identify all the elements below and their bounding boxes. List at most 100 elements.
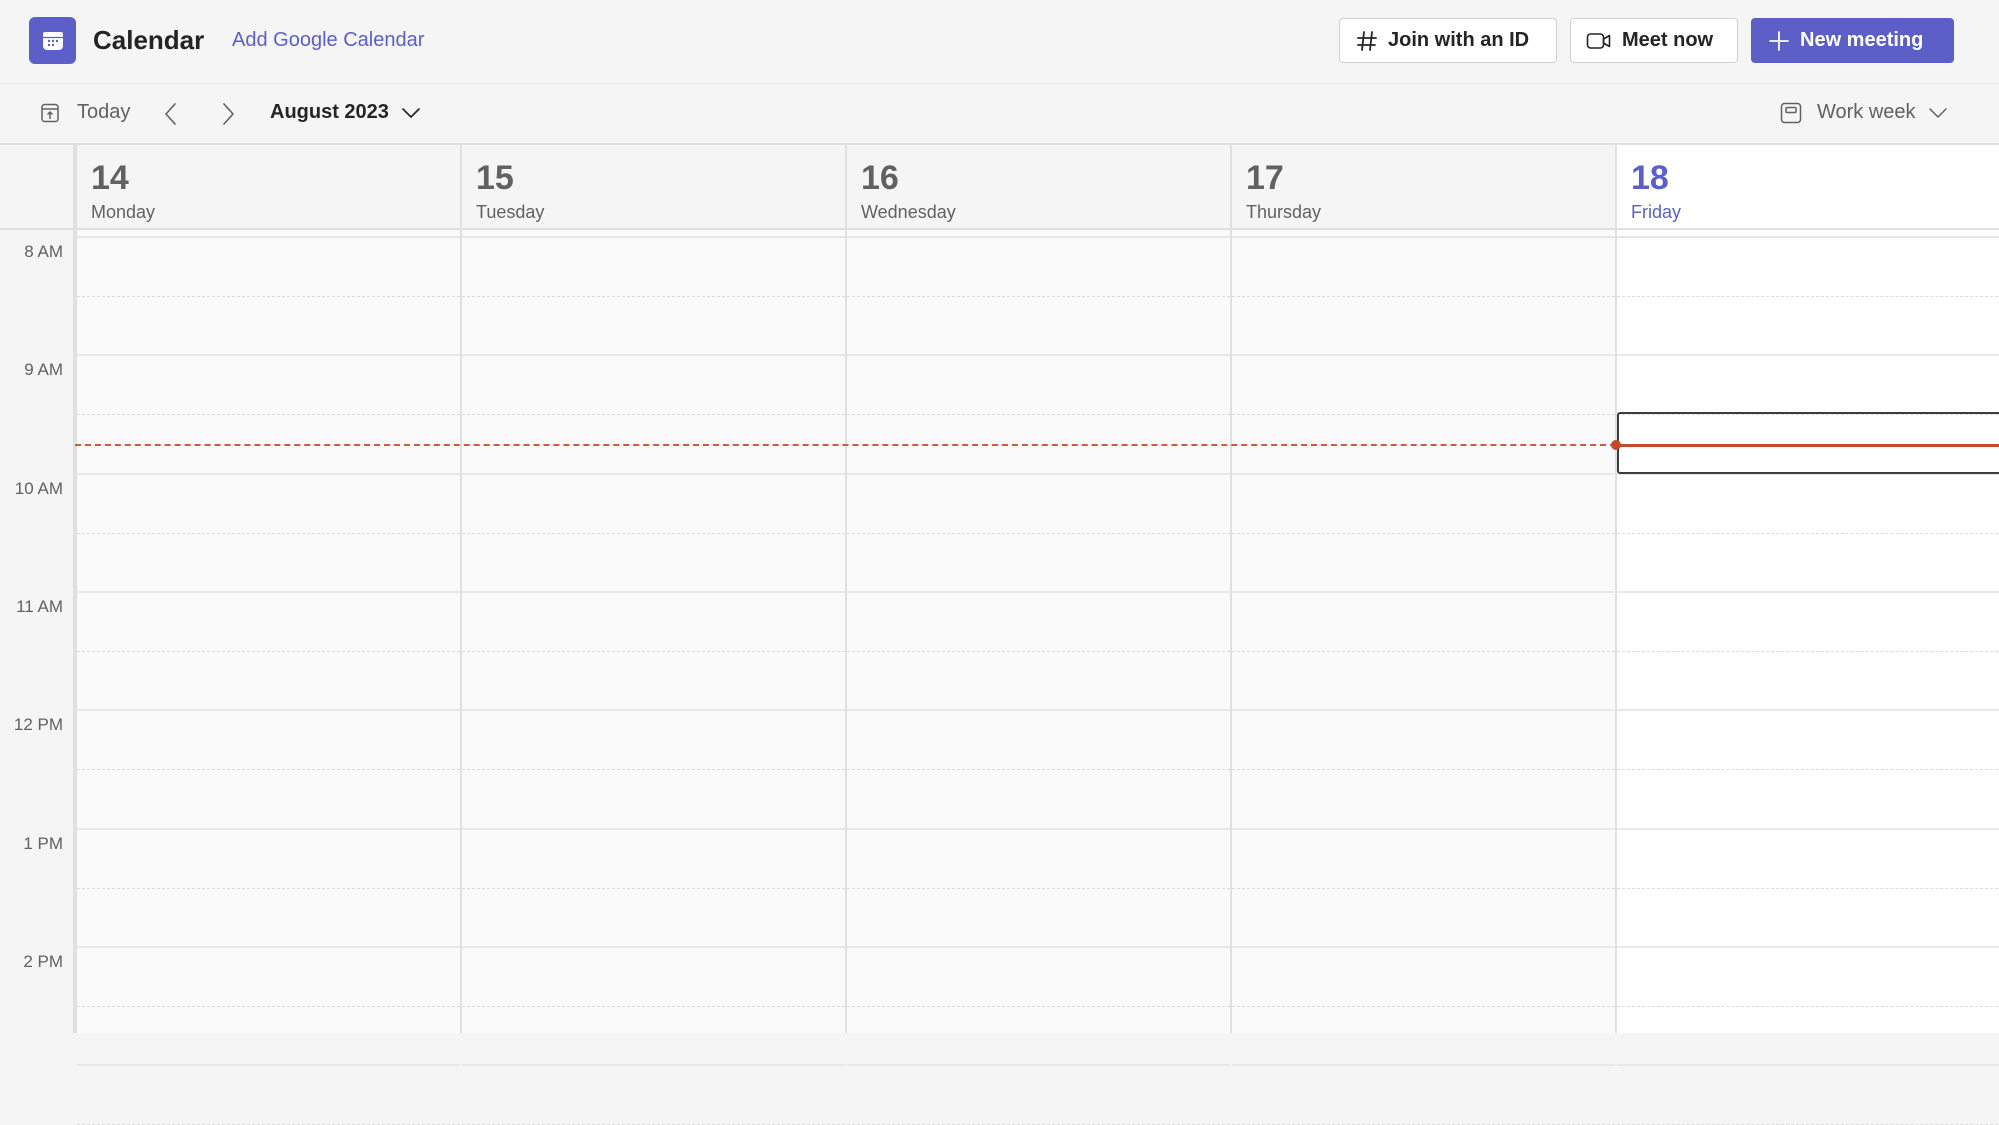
chevron-down-icon [401,107,421,119]
week-grid: 8 AM 9 AM 10 AM 11 AM 12 PM 1 PM 2 PM 14 Monday… [0,145,1999,1125]
view-label: Work week [1817,101,1916,123]
day-time-slots[interactable] [847,236,1230,1125]
video-camera-icon [1586,31,1612,51]
day-column-monday[interactable]: 14 Monday [75,145,460,1125]
hour-gridline [847,709,1230,712]
hour-gridline [1232,590,1615,593]
day-time-slots[interactable] [77,236,460,1125]
hour-gridline [1617,827,1999,830]
new-meeting-label: New meeting [1800,29,1924,51]
calendar-toolbar: Today August 2023 Work week [0,84,1999,145]
calendar-today-icon [41,103,59,123]
hour-gridline [462,709,845,712]
half-hour-gridline [462,887,845,889]
day-time-slots[interactable] [1617,236,1999,1125]
day-header[interactable]: 18 Friday [1617,145,1999,230]
half-hour-gridline [1617,769,1999,771]
day-time-slots[interactable] [1232,236,1615,1125]
half-hour-gridline [462,414,845,416]
half-hour-gridline [1232,296,1615,298]
day-header[interactable]: 15 Tuesday [462,145,845,230]
join-with-id-label: Join with an ID [1388,29,1530,51]
day-column-wednesday[interactable]: 16 Wednesday [845,145,1230,1125]
hour-gridline [77,1064,460,1067]
half-hour-gridline [462,296,845,298]
day-column-tuesday[interactable]: 15 Tuesday [460,145,845,1125]
day-header[interactable]: 16 Wednesday [847,145,1230,230]
day-number: 14 [91,159,129,197]
hour-gridline [77,827,460,830]
chevron-left-icon [165,103,176,125]
half-hour-gridline [1617,296,1999,298]
page-title: Calendar [93,25,205,55]
hour-gridline [847,945,1230,948]
time-gutter-header [0,145,75,230]
hour-gridline [462,945,845,948]
half-hour-gridline [77,296,460,298]
time-label: 11 AM [16,596,63,616]
hour-gridline [462,472,845,475]
meet-now-button[interactable]: Meet now [1570,18,1738,63]
hour-gridline [847,827,1230,830]
hour-gridline [1617,709,1999,712]
previous-week-button[interactable] [158,101,182,127]
hour-gridline [1232,709,1615,712]
current-time-dot [1611,440,1621,451]
half-hour-gridline [77,532,460,534]
work-week-view-icon [1780,102,1802,124]
day-header[interactable]: 14 Monday [77,145,460,230]
half-hour-gridline [77,651,460,653]
hour-gridline [462,590,845,593]
hour-gridline [1617,354,1999,357]
calendar-icon [42,31,63,50]
chevron-right-icon [223,103,234,125]
half-hour-gridline [77,887,460,889]
time-label: 9 AM [24,360,63,380]
hour-gridline [847,354,1230,357]
hour-gridline [1617,1064,1999,1067]
half-hour-gridline [1232,1005,1615,1007]
day-time-slots[interactable] [462,236,845,1125]
hour-gridline [1232,945,1615,948]
half-hour-gridline [77,414,460,416]
time-label: 8 AM [24,242,63,261]
new-meeting-button[interactable]: New meeting [1751,18,1954,63]
time-label: 1 PM [23,833,63,853]
next-week-button[interactable] [217,101,241,127]
half-hour-gridline [1232,414,1615,416]
half-hour-gridline [847,1005,1230,1007]
half-hour-gridline [462,1005,845,1007]
plus-icon [1768,30,1790,52]
hour-gridline [1232,827,1615,830]
add-google-calendar-link[interactable]: Add Google Calendar [232,27,424,53]
today-button[interactable]: Today [41,101,130,124]
join-with-id-button[interactable]: Join with an ID [1339,18,1557,63]
half-hour-gridline [462,769,845,771]
view-switcher[interactable]: Work week [1780,101,1948,124]
hour-gridline [1617,590,1999,593]
month-picker[interactable]: August 2023 [270,101,421,124]
day-header[interactable]: 17 Thursday [1232,145,1615,230]
half-hour-gridline [77,769,460,771]
today-label: Today [77,101,131,123]
hour-gridline [1232,354,1615,357]
time-gutter: 8 AM 9 AM 10 AM 11 AM 12 PM 1 PM 2 PM [0,145,75,1033]
half-hour-gridline [462,651,845,653]
current-time-line [1616,443,1999,447]
day-name: Tuesday [476,202,545,222]
half-hour-gridline [847,651,1230,653]
day-column-thursday[interactable]: 17 Thursday [1230,145,1615,1125]
hour-gridline [77,472,460,475]
half-hour-gridline [847,887,1230,889]
hour-gridline [462,354,845,357]
day-column-friday[interactable]: 18 Friday [1615,145,1999,1125]
half-hour-gridline [1617,887,1999,889]
current-time-line-past [75,444,1616,447]
time-label: 12 PM [13,715,63,735]
half-hour-gridline [847,296,1230,298]
hour-gridline [462,1064,845,1067]
calendar-app-icon [29,17,76,64]
meet-now-label: Meet now [1622,29,1714,51]
app-header: Calendar Add Google Calendar Join with a… [0,0,1999,84]
half-hour-gridline [1232,532,1615,534]
